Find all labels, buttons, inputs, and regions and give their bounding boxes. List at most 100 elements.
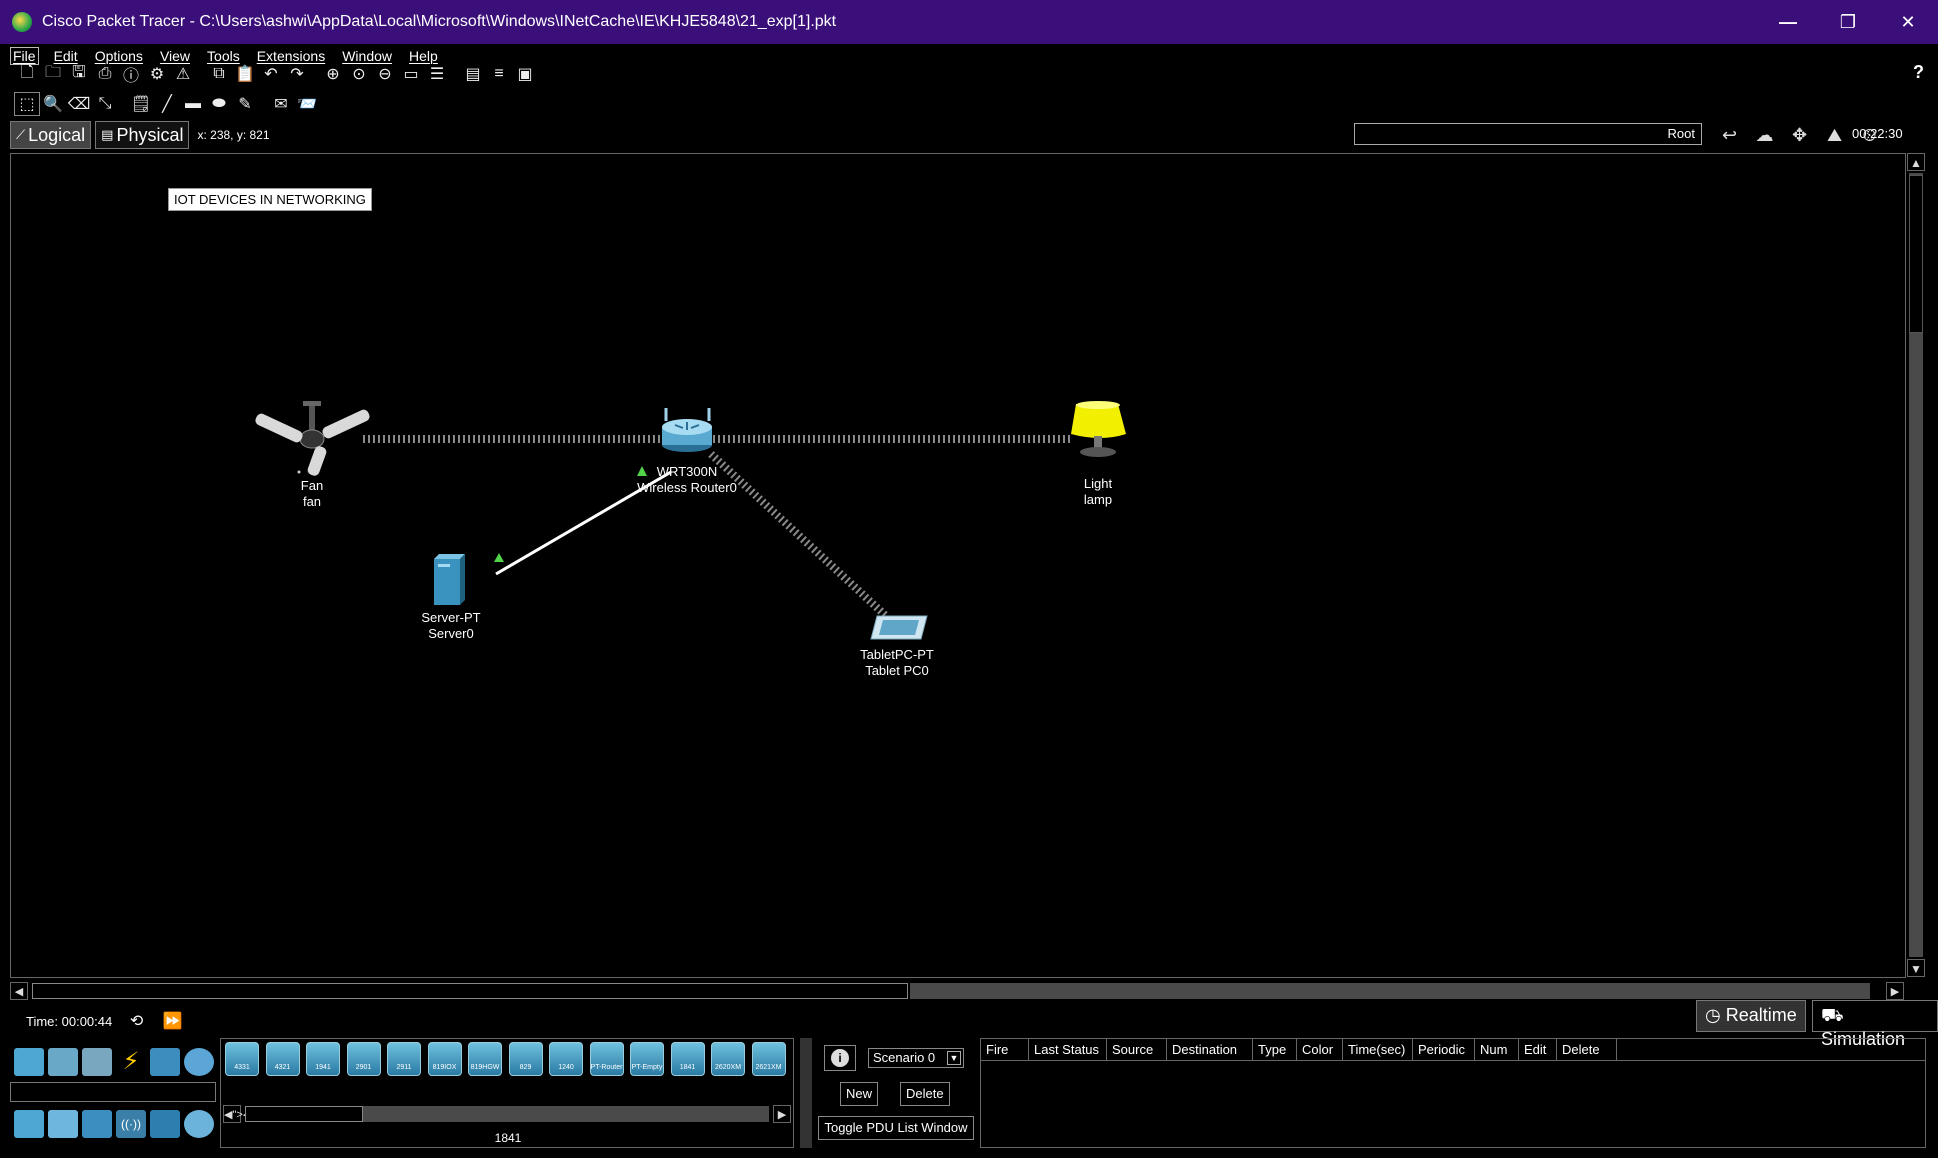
note-icon[interactable]: 🗒 [128, 92, 154, 116]
switches-icon[interactable] [48, 1110, 78, 1138]
scroll-left-icon[interactable]: ◀ [10, 982, 28, 1000]
zoom-out-icon[interactable]: ⊖ [372, 62, 398, 86]
multiuser-icon[interactable] [184, 1048, 214, 1076]
wan-emulation-icon[interactable] [184, 1110, 214, 1138]
copy-icon[interactable]: ⧉ [206, 62, 232, 86]
wizard-icon[interactable]: ⚙ [144, 62, 170, 86]
light-lamp-icon[interactable] [1071, 401, 1126, 457]
routers-icon[interactable] [14, 1110, 44, 1138]
pdu-column-edit[interactable]: Edit [1519, 1039, 1557, 1060]
device-list-panel: 4331 4321 1941 2901 2911 819IOX 819HGW 829 1240 P… [220, 1038, 794, 1148]
pdu-column-source[interactable]: Source [1107, 1039, 1167, 1060]
server-icon[interactable] [434, 554, 465, 605]
power-cycle-icon[interactable]: ⟲ [130, 1013, 143, 1030]
scroll-right-icon[interactable]: ▶ [1886, 982, 1904, 1000]
viewport-icon[interactable]: ▤ [460, 62, 486, 86]
logical-label: Logical [28, 124, 86, 145]
end-devices-icon[interactable] [48, 1048, 78, 1076]
device-list-scrollbar[interactable]: ◀">◀ ▶ [223, 1105, 793, 1123]
background-icon[interactable]: ⛰ [1817, 125, 1852, 146]
network-info-icon[interactable]: ⚠ [170, 62, 196, 86]
close-button[interactable]: ✕ [1878, 0, 1938, 44]
zoom-reset-icon[interactable]: ⊙ [346, 62, 372, 86]
tablet-name: Tablet PC0 [865, 663, 929, 678]
wireless-link-router-tablet[interactable] [708, 451, 889, 619]
scenario-select[interactable]: Scenario 0 ▼ [868, 1048, 964, 1068]
pdu-column-last-status[interactable]: Last Status [1029, 1039, 1107, 1060]
router-label: WRT300N Wireless Router0 [637, 464, 737, 496]
drawing-palette-icon[interactable]: ▭ [398, 62, 424, 86]
simulation-mode-button[interactable]: ⛟ Simulation [1812, 1000, 1938, 1049]
view-bar: ⟋ Logical ▤ Physical x: 238, y: 821 Root… [0, 120, 1938, 150]
device-scroll-left-icon[interactable]: ◀">◀ [223, 1105, 251, 1123]
connections-icon[interactable]: ⚡ [116, 1048, 146, 1076]
vertical-scrollbar[interactable]: ▲ ▼ [1906, 153, 1926, 978]
save-icon[interactable]: 🖫 [66, 62, 92, 86]
line-icon[interactable]: ╱ [154, 92, 180, 116]
realtime-mode-button[interactable]: ◷ Realtime [1696, 1000, 1806, 1032]
cluster-icon[interactable]: ≡ [486, 62, 512, 86]
logical-tab[interactable]: ⟋ Logical [10, 121, 92, 149]
pdu-column-type[interactable]: Type [1253, 1039, 1297, 1060]
freeform-icon[interactable]: ✎ [232, 92, 258, 116]
fan-device-icon[interactable] [254, 401, 371, 477]
pdu-column-fire[interactable]: Fire [981, 1039, 1029, 1060]
delete-scenario-button[interactable]: Delete [900, 1082, 950, 1106]
device-scroll-thumb[interactable] [245, 1106, 363, 1122]
components-icon[interactable] [82, 1048, 112, 1076]
horizontal-scroll-thumb[interactable] [32, 983, 908, 999]
minimize-button[interactable]: — [1758, 0, 1818, 44]
tablet-pc-icon[interactable] [870, 615, 928, 640]
image-icon[interactable]: ▣ [512, 62, 538, 86]
paste-icon[interactable]: 📋 [232, 62, 258, 86]
complex-pdu-icon[interactable]: 📨 [294, 92, 320, 116]
inspect-icon[interactable]: 🔍 [40, 92, 66, 116]
ellipse-icon[interactable]: ⬬ [206, 92, 232, 116]
pdu-column-delete[interactable]: Delete [1557, 1039, 1617, 1060]
security-icon[interactable] [150, 1110, 180, 1138]
physical-tab[interactable]: ▤ Physical [95, 121, 190, 149]
select-icon[interactable]: ⬚ [14, 92, 40, 116]
fast-forward-icon[interactable]: ⏩ [163, 1013, 183, 1030]
pdu-column-num[interactable]: Num [1475, 1039, 1519, 1060]
wireless-devices-icon[interactable]: ((·)) [116, 1110, 146, 1138]
move-object-icon[interactable]: ✥ [1782, 125, 1817, 146]
new-cluster-icon[interactable]: ☁ [1747, 125, 1782, 146]
info-icon[interactable]: ⓘ [118, 62, 144, 86]
open-folder-icon[interactable]: 🗀 [40, 62, 66, 86]
network-devices-icon[interactable] [14, 1048, 44, 1076]
redo-icon[interactable]: ↷ [284, 62, 310, 86]
vertical-scroll-thumb[interactable] [1909, 175, 1923, 333]
delete-icon[interactable]: ⌫ [66, 92, 92, 116]
window-title: Cisco Packet Tracer - C:\Users\ashwi\App… [42, 13, 837, 30]
scroll-down-icon[interactable]: ▼ [1907, 959, 1925, 977]
miscellaneous-icon[interactable] [150, 1048, 180, 1076]
pdu-column-periodic[interactable]: Periodic [1413, 1039, 1475, 1060]
new-file-icon[interactable]: 🗋 [14, 62, 40, 86]
panel-splitter[interactable] [800, 1038, 812, 1148]
back-icon[interactable]: ↩ [1712, 125, 1747, 146]
zoom-in-icon[interactable]: ⊕ [320, 62, 346, 86]
scroll-up-icon[interactable]: ▲ [1907, 153, 1925, 171]
resize-icon[interactable]: ⤡ [92, 92, 118, 116]
root-path-box[interactable]: Root [1354, 123, 1702, 145]
help-button[interactable]: ? [1913, 62, 1924, 83]
undo-icon[interactable]: ↶ [258, 62, 284, 86]
custom-device-icon[interactable]: ☰ [424, 62, 450, 86]
pdu-column-time-sec-[interactable]: Time(sec) [1343, 1039, 1413, 1060]
print-icon[interactable]: ⎙ [92, 62, 118, 86]
hubs-icon[interactable] [82, 1110, 112, 1138]
logical-workspace[interactable]: IOT DEVICES IN NETWORKING Fan fan WRT300… [10, 153, 1906, 978]
horizontal-scrollbar[interactable]: ◀ ▶ [10, 982, 1906, 1000]
toggle-pdu-list-button[interactable]: Toggle PDU List Window [818, 1116, 974, 1140]
restore-button[interactable]: ❐ [1818, 0, 1878, 44]
pdu-column-color[interactable]: Color [1297, 1039, 1343, 1060]
new-scenario-button[interactable]: New [840, 1082, 879, 1106]
wireless-router-icon[interactable] [662, 408, 712, 452]
simple-pdu-icon[interactable]: ✉ [268, 92, 294, 116]
workspace-note[interactable]: IOT DEVICES IN NETWORKING [168, 188, 372, 211]
device-scroll-right-icon[interactable]: ▶ [773, 1105, 791, 1123]
rectangle-icon[interactable]: ▬ [180, 92, 206, 116]
scenario-info-button[interactable]: i [824, 1045, 856, 1071]
pdu-column-destination[interactable]: Destination [1167, 1039, 1253, 1060]
